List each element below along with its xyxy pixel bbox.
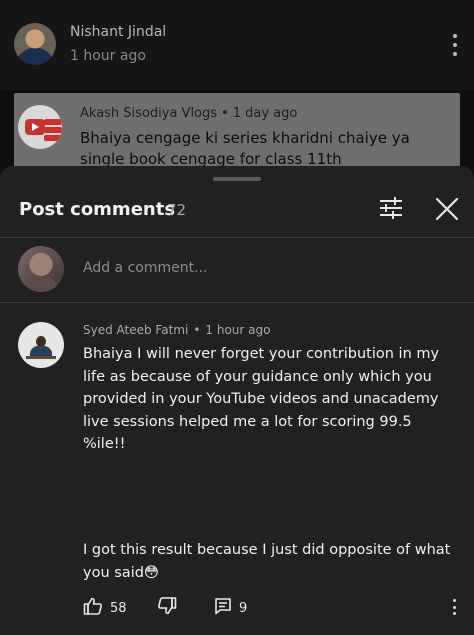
post-time: 1 hour ago [70, 48, 146, 64]
sliders-icon[interactable] [378, 196, 404, 220]
divider [0, 237, 474, 238]
separator-dot: • [221, 106, 229, 121]
sheet-title: Post comments [19, 199, 176, 220]
shared-post-card[interactable]: Akash Sisodiya Vlogs • 1 day ago Bhaiya ce… [14, 93, 460, 173]
comments-sheet: Post comments 72 Syed Ateeb [0, 166, 474, 635]
add-comment-input[interactable] [83, 260, 453, 276]
shared-time: 1 day ago [232, 106, 298, 121]
comment-icon [214, 597, 232, 619]
drag-handle[interactable] [213, 177, 261, 181]
post-author-avatar[interactable] [14, 23, 56, 65]
thumbs-down-icon [157, 596, 177, 620]
more-vertical-icon[interactable] [450, 599, 458, 615]
comment-meta: Syed Ateeb Fatmi • 1 hour ago [83, 323, 270, 337]
commenter-avatar[interactable] [18, 322, 64, 368]
post-header: Nishant Jindal 1 hour ago [0, 0, 474, 90]
like-button[interactable]: 58 [83, 597, 127, 619]
reply-count: 9 [239, 600, 248, 616]
more-vertical-icon[interactable] [448, 34, 462, 56]
comment-time: 1 hour ago [205, 323, 271, 337]
comment-count: 72 [167, 201, 187, 219]
like-count: 58 [110, 600, 127, 616]
thumbs-up-icon [83, 596, 103, 620]
shared-channel-meta: Akash Sisodiya Vlogs • 1 day ago [80, 106, 297, 121]
current-user-avatar [18, 246, 64, 292]
post-author-name[interactable]: Nishant Jindal [70, 24, 166, 40]
reply-button[interactable]: 9 [214, 597, 247, 619]
separator-dot: • [193, 323, 201, 337]
comment-text: Bhaiya I will never forget your contribu… [83, 346, 440, 452]
close-icon[interactable] [434, 196, 460, 222]
shared-channel-avatar [18, 105, 62, 149]
shared-channel-name: Akash Sisodiya Vlogs [80, 106, 218, 121]
shared-post-title: Bhaiya cengage ki series kharidni chaiye… [80, 129, 410, 168]
divider [0, 302, 474, 303]
comment-text-continued: I got this result because I just did opp… [83, 542, 451, 581]
comment-author[interactable]: Syed Ateeb Fatmi [83, 323, 188, 337]
dislike-button[interactable] [157, 597, 177, 619]
